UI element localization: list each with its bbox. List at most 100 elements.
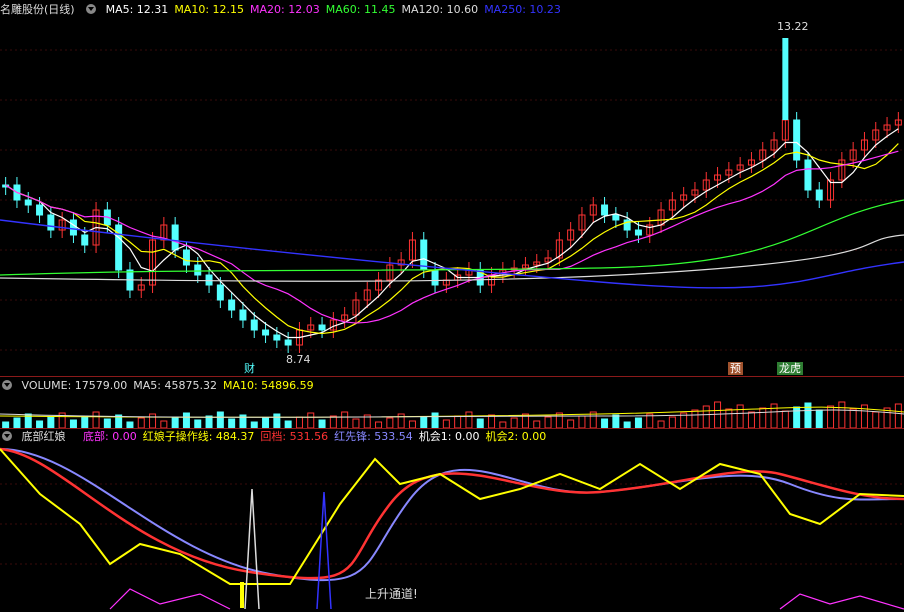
volume-bar: [804, 402, 812, 428]
candle-body: [601, 204, 609, 216]
volume-bar: [793, 406, 801, 428]
volume-bar: [36, 420, 44, 428]
pullback-line: [0, 447, 904, 580]
volume-bar: [329, 415, 337, 428]
volume-bar: [194, 419, 202, 428]
candle-body: [273, 334, 281, 341]
volume-bar: [205, 415, 213, 428]
volume-bar: [578, 415, 586, 428]
indicator-menu-icon[interactable]: [2, 431, 12, 441]
volume-bar: [47, 416, 55, 428]
volume-bar: [307, 412, 315, 428]
candle-body: [318, 324, 326, 331]
indicator-note: 上升通道!: [365, 587, 418, 601]
volume-bar: [533, 420, 541, 428]
candle-body: [205, 274, 213, 286]
volume-bar: [431, 412, 439, 428]
event-tag-finance[interactable]: 财: [242, 362, 257, 375]
volume-bar: [81, 415, 89, 428]
candle-body: [69, 219, 77, 236]
candle-body: [804, 159, 812, 191]
legend-value: 底部: 0.00: [83, 430, 137, 443]
indicator-title: 底部红娘: [21, 430, 66, 443]
volume-bar: [510, 417, 518, 428]
volume-bar: [262, 417, 270, 428]
volume-bar: [341, 411, 349, 428]
volume-bar: [284, 420, 292, 428]
volume-bar: [747, 411, 755, 428]
volume-bar: [13, 417, 21, 428]
volume-bar: [759, 407, 767, 428]
indicator-legend: 底部红娘 底部: 0.00 红娘子操作线: 484.37 回档: 531.56 红先锋…: [0, 429, 558, 444]
candle-body: [250, 319, 258, 331]
event-tag-dragon-tiger[interactable]: 龙虎: [777, 362, 803, 375]
volume-bar: [454, 415, 462, 428]
volume-bar: [657, 420, 665, 428]
volume-bar: [160, 420, 168, 428]
volume-bar: [465, 411, 473, 428]
volume-bar: [770, 403, 778, 428]
legend-value: 回档: 531.56: [260, 430, 329, 443]
legend-value: MA10: 54896.59: [222, 379, 314, 392]
volume-bar: [601, 418, 609, 428]
volume-bar: [634, 417, 642, 428]
candle-body: [182, 249, 190, 266]
volume-bar: [92, 411, 100, 428]
ma5-line: [5, 128, 899, 339]
volume-bar: [849, 408, 857, 428]
candle-body: [47, 214, 55, 231]
volume-bar: [171, 416, 179, 428]
indicator-values: 底部: 0.00 红娘子操作线: 484.37 回档: 531.56 红先锋: 533…: [83, 430, 552, 443]
volume-bar: [544, 416, 552, 428]
volume-bar: [668, 416, 676, 428]
signal-spike: [316, 491, 332, 610]
volume-chart[interactable]: [0, 394, 904, 428]
event-tag-forecast[interactable]: 预: [728, 362, 743, 375]
candle-body: [262, 329, 270, 336]
candle-body: [239, 309, 247, 321]
volume-bar: [838, 401, 846, 428]
volume-bar: [691, 409, 699, 428]
legend-value: 红先锋: 533.54: [334, 430, 413, 443]
volume-bar: [103, 418, 111, 428]
pane-separator[interactable]: [0, 376, 904, 377]
volume-bar: [137, 417, 145, 428]
bottom-line: [109, 588, 904, 610]
volume-legend: VOLUME: 17579.00 MA5: 45875.32 MA10: 54896…: [0, 378, 326, 393]
high-price-label: 13.22: [777, 20, 809, 33]
candle-body: [815, 189, 823, 201]
volume-bar: [386, 417, 394, 428]
volume-menu-icon[interactable]: [2, 380, 12, 390]
candle-body: [216, 284, 224, 301]
legend-value: VOLUME: 17579.00: [21, 379, 128, 392]
volume-bar: [216, 411, 224, 428]
volume-bar: [476, 418, 484, 428]
candle-body: [612, 214, 620, 221]
volume-bar: [149, 413, 157, 428]
volume-bar: [725, 408, 733, 428]
volume-bar: [273, 413, 281, 428]
volume-bar: [69, 419, 77, 428]
volume-bar: [408, 420, 416, 428]
candlestick-chart[interactable]: [0, 0, 904, 376]
volume-ma5: [0, 409, 904, 418]
bottom-marker: [240, 582, 244, 608]
indicator-chart[interactable]: [0, 444, 904, 612]
candle-body: [793, 119, 801, 161]
volume-bar: [352, 418, 360, 428]
volume-bar: [815, 409, 823, 428]
candle-body: [24, 199, 32, 206]
volume-bar: [295, 416, 303, 428]
volume-bar: [397, 413, 405, 428]
candle-body: [81, 234, 89, 246]
volume-bar: [318, 419, 326, 428]
signal-spike: [244, 488, 260, 610]
volume-bar: [420, 416, 428, 428]
candle-body: [284, 339, 292, 346]
volume-bar: [736, 404, 744, 428]
volume-bar: [442, 419, 450, 428]
volume-bar: [488, 414, 496, 428]
volume-bar: [182, 412, 190, 428]
legend-value: 机会2: 0.00: [485, 430, 547, 443]
volume-bar: [702, 405, 710, 428]
